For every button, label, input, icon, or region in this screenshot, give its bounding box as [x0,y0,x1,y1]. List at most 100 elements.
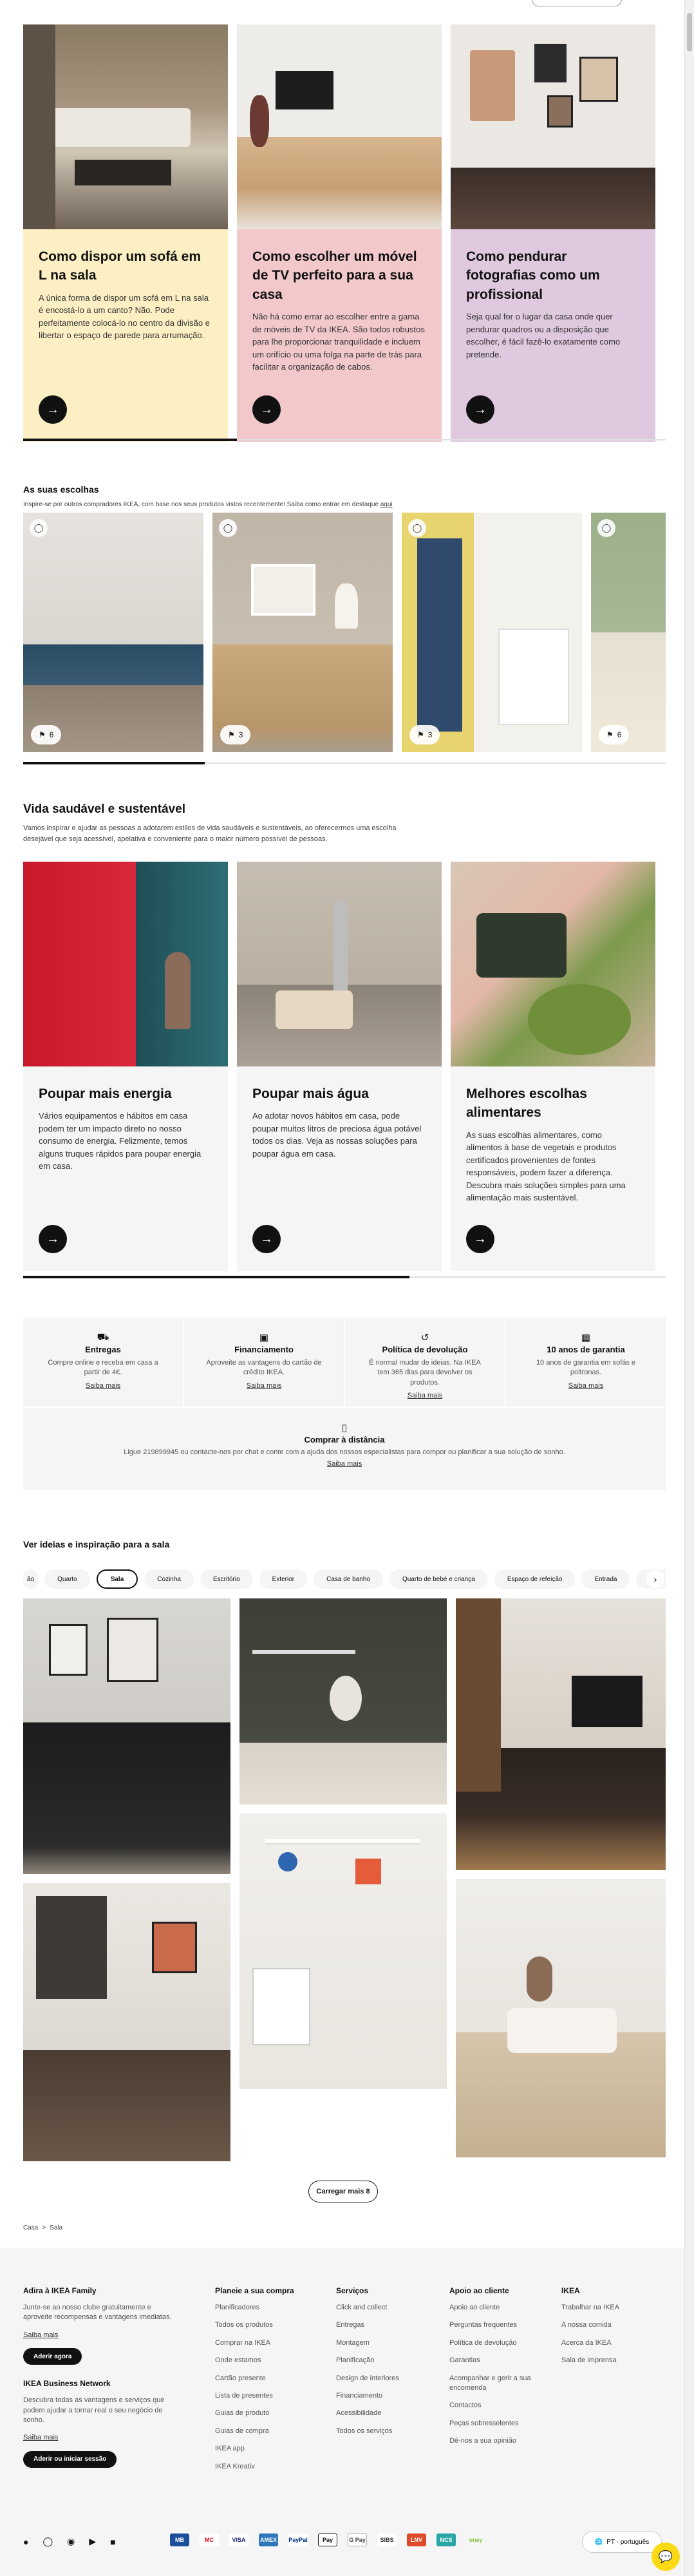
gallery-image[interactable] [23,1883,230,2161]
arrow-right-icon[interactable]: → [466,1225,494,1253]
instagram-icon[interactable]: ◯ [42,2536,53,2547]
health-progress[interactable] [23,1276,666,1278]
footer-link[interactable]: Financiamento [336,2391,439,2401]
chip-room[interactable]: Entrada [581,1569,630,1589]
linkedin-icon[interactable]: ■ [110,2537,115,2547]
footer-link[interactable]: Entregas [336,2320,439,2330]
scrollbar[interactable] [684,0,694,2576]
choice-card[interactable]: ◯ ⚑ 6 [23,513,203,752]
chip-room[interactable]: ão [23,1569,39,1589]
product-tag[interactable]: ⚑ 6 [31,725,62,744]
footer-family-link[interactable]: Saiba mais [23,2331,178,2340]
footer-link[interactable]: A nossa comida [561,2320,658,2330]
footer-link[interactable]: IKEA Kreativ [215,2462,324,2472]
footer-link[interactable]: Guias de produto [215,2409,324,2418]
footer-link[interactable]: Guias de compra [215,2427,324,2436]
service-link[interactable]: Saiba mais [23,1382,183,1390]
service-link[interactable]: Saiba mais [506,1382,666,1390]
product-tag[interactable]: ⚑ 3 [409,725,440,744]
chip-room-active[interactable]: Sala [96,1569,138,1589]
chip-room[interactable]: Quarto [44,1569,90,1589]
footer-link[interactable]: Trabalhar na IKEA [561,2303,658,2313]
breadcrumb: Casa > Sala [23,2224,62,2231]
service-link[interactable]: Saiba mais [345,1392,505,1399]
choices-progress[interactable] [23,762,666,764]
footer-business-title: IKEA Business Network [23,2379,111,2389]
breadcrumb-separator: > [42,2224,46,2231]
footer-link[interactable]: Perguntas frequentes [449,2320,539,2330]
chat-icon[interactable]: 💬 [652,2543,680,2571]
breadcrumb-home[interactable]: Casa [23,2224,38,2231]
room-filter: ão Quarto Sala Cozinha Escritório Exteri… [23,1569,666,1589]
chevron-right-icon[interactable]: › [646,1570,664,1588]
footer-link[interactable]: Planificadores [215,2303,324,2313]
footer-link[interactable]: Cartão presente [215,2374,324,2383]
footer-link[interactable]: Design de interiores [336,2374,439,2383]
footer-link[interactable]: Apoio ao cliente [449,2303,539,2313]
footer-link[interactable]: Peças sobresselentes [449,2419,539,2429]
footer-business-link[interactable]: Saiba mais [23,2433,178,2443]
choice-card[interactable]: ◯ ⚑ 3 [402,513,582,752]
footer-link[interactable]: Planificação [336,2356,439,2365]
chip-room[interactable]: Escritório [200,1569,253,1589]
article-card[interactable]: Como escolher um móvel de TV perfeito pa… [237,24,442,442]
footer-link[interactable]: Todos os serviços [336,2427,439,2436]
service-title: Financiamento [234,1345,294,1354]
chip-room[interactable]: Espaço de refeição [494,1569,576,1589]
gallery-image[interactable] [239,1598,447,1804]
youtube-icon[interactable]: ▶ [89,2536,96,2547]
service-link[interactable]: Saiba mais [23,1460,666,1468]
health-card[interactable]: Poupar mais energia Vários equipamentos … [23,862,228,1271]
product-tag[interactable]: ⚑ 3 [220,725,251,744]
footer-link[interactable]: Sala de imprensa [561,2356,658,2365]
chip-room[interactable]: Exterior [259,1569,308,1589]
health-card[interactable]: Melhores escolhas alimentares As suas es… [451,862,655,1271]
footer-link[interactable]: Comprar na IKEA [215,2338,324,2348]
footer-link[interactable]: Acessibilidade [336,2409,439,2418]
carousel-progress[interactable] [23,439,666,441]
choices-link[interactable]: aqui [380,501,393,508]
footer-link[interactable]: Click and collect [336,2303,439,2313]
footer-link[interactable]: Lista de presentes [215,2391,324,2401]
footer-link[interactable]: Acerca da IKEA [561,2338,658,2348]
service-delivery: ⛟ Entregas Compre online e receba em cas… [23,1318,183,1406]
arrow-right-icon[interactable]: → [252,395,281,424]
article-card[interactable]: Como pendurar fotografias como um profis… [451,24,655,442]
join-family-button[interactable]: Aderir agora [23,2348,82,2365]
chip-room[interactable]: Casa de banho [314,1569,383,1589]
gallery-image[interactable] [239,1814,447,2089]
arrow-right-icon[interactable]: → [39,1225,67,1253]
footer-link[interactable]: IKEA app [215,2444,324,2454]
gallery-image[interactable] [23,1598,230,1874]
footer-link[interactable]: Onde estamos [215,2356,324,2365]
pinterest-icon[interactable]: ◉ [67,2536,75,2547]
arrow-right-icon[interactable]: → [466,395,494,424]
footer-link[interactable]: Montagem [336,2338,439,2348]
arrow-right-icon[interactable]: → [39,395,67,424]
facebook-icon[interactable]: ● [23,2537,28,2547]
footer-link[interactable]: Todos os produtos [215,2320,324,2330]
service-link[interactable]: Saiba mais [184,1382,344,1390]
article-card[interactable]: Como dispor um sofá em L na sala A única… [23,24,228,442]
footer-link[interactable]: Dê-nos a sua opinião [449,2436,539,2446]
health-card[interactable]: Poupar mais água Ao adotar novos hábitos… [237,862,442,1271]
footer-link[interactable]: Acompanhar e gerir a sua encomenda [449,2374,539,2394]
footer-link[interactable]: Garantias [449,2356,539,2365]
choice-card[interactable]: ◯ ⚑ 6 [591,513,666,752]
load-more-button[interactable]: Carregar mais 8 [308,2181,378,2202]
gallery-image[interactable] [456,1598,666,1870]
chip-room[interactable]: Cozinha [144,1569,194,1589]
arrow-right-icon[interactable]: → [252,1225,281,1253]
chip-room[interactable]: Quarto de bebé e criança [389,1569,488,1589]
health-cards: Poupar mais energia Vários equipamentos … [23,862,655,1271]
footer-link[interactable]: Contactos [449,2401,539,2410]
join-business-button[interactable]: Aderir ou iniciar sessão [23,2450,117,2468]
gallery-image[interactable] [456,1879,666,2157]
choice-card[interactable]: ◯ ⚑ 3 [212,513,393,752]
scrollbar-thumb[interactable] [687,13,692,52]
product-tag[interactable]: ⚑ 6 [599,725,630,744]
language-selector[interactable]: 🌐 PT - português [582,2531,662,2553]
footer-link[interactable]: Política de devolução [449,2338,539,2348]
top-pill-button[interactable] [532,0,622,6]
article-image [451,24,655,229]
